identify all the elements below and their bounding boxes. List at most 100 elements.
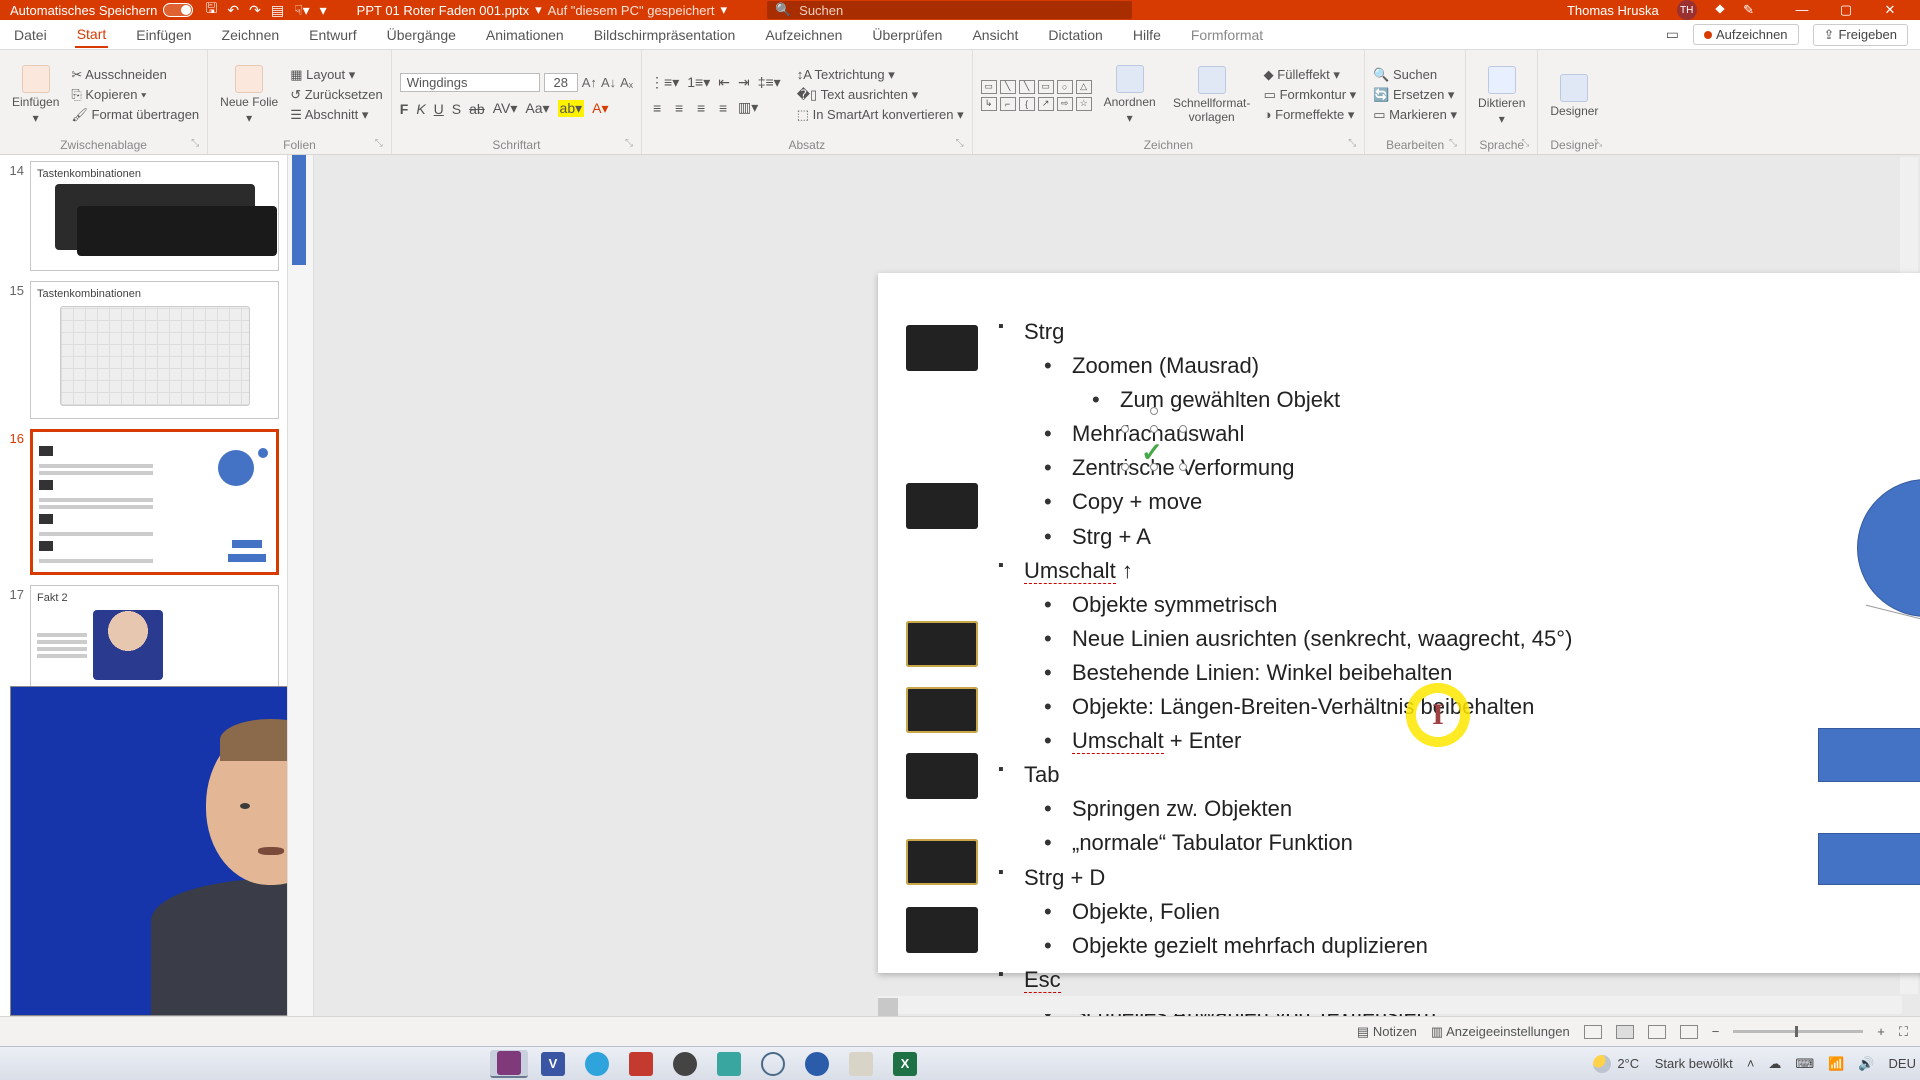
zoom-out-icon[interactable]: − [1712, 1024, 1720, 1039]
slide-canvas-area[interactable]: Strg Zoomen (Mausrad) Zum gewählten Obje… [288, 155, 1920, 1016]
wifi-icon[interactable]: 📶 [1828, 1056, 1844, 1072]
tab-einfuegen[interactable]: Einfügen [134, 23, 193, 47]
taskbar-app-excel[interactable]: X [886, 1050, 924, 1078]
highlight-button[interactable]: ab▾ [558, 100, 585, 117]
tray-expand-icon[interactable]: ˄ [1747, 1056, 1755, 1071]
search-box[interactable]: 🔍 Suchen [767, 1, 1132, 19]
zoom-slider[interactable] [1733, 1030, 1863, 1033]
tab-aufzeichnen[interactable]: Aufzeichnen [763, 23, 844, 47]
key-image-esc[interactable] [906, 753, 978, 799]
resize-handle[interactable] [1179, 425, 1187, 433]
font-name-select[interactable]: Wingdings [400, 73, 540, 92]
designer-button[interactable]: Designer [1546, 74, 1602, 118]
qat-more-icon[interactable]: ▾ [320, 2, 327, 19]
taskbar-app-red[interactable] [622, 1050, 660, 1078]
horizontal-scrollbar[interactable] [878, 996, 1902, 1014]
markieren-button[interactable]: ▭ Markieren ▾ [1373, 107, 1457, 123]
shape-circle-large[interactable] [1857, 479, 1920, 617]
taskbar-app-telegram[interactable] [578, 1050, 616, 1078]
zoom-in-icon[interactable]: + [1877, 1024, 1885, 1039]
tab-formformat[interactable]: Formformat [1189, 23, 1265, 47]
toggle-switch-icon[interactable] [163, 3, 193, 17]
columns-button[interactable]: ▥▾ [738, 99, 752, 116]
close-icon[interactable]: ✕ [1870, 2, 1910, 18]
tab-dictation[interactable]: Dictation [1046, 23, 1104, 47]
taskbar-app-circle[interactable] [754, 1050, 792, 1078]
smartart-button[interactable]: ⬚ In SmartArt konvertieren ▾ [797, 107, 964, 123]
maximize-icon[interactable]: ▢ [1826, 2, 1866, 18]
user-name[interactable]: Thomas Hruska [1567, 3, 1659, 18]
taskbar-app-onenote[interactable] [490, 1050, 528, 1078]
ersetzen-button[interactable]: 🔄 Ersetzen ▾ [1373, 87, 1457, 103]
onedrive-icon[interactable]: ☁ [1768, 1056, 1781, 1072]
align-left-button[interactable]: ≡ [650, 100, 664, 116]
coming-soon-icon[interactable]: ✎ [1743, 2, 1754, 18]
align-justify-button[interactable]: ≡ [716, 100, 730, 116]
undo-icon[interactable]: ↶ [227, 2, 239, 19]
fuelleffekt-button[interactable]: ◆ Fülleffekt ▾ [1264, 67, 1357, 83]
tab-uebergaenge[interactable]: Übergänge [385, 23, 458, 47]
selected-shape[interactable]: ✓ [1125, 429, 1183, 467]
rotate-handle-icon[interactable] [1150, 407, 1158, 415]
shadow-button[interactable]: S [452, 101, 461, 117]
user-avatar[interactable]: TH [1677, 0, 1697, 20]
diktieren-button[interactable]: Diktieren▾ [1474, 66, 1529, 126]
key-image-tab[interactable] [906, 621, 978, 667]
clear-format-icon[interactable]: Aₓ [620, 75, 633, 90]
resize-handle[interactable] [1121, 425, 1129, 433]
sorter-view-icon[interactable] [1616, 1025, 1634, 1039]
thumb-14[interactable]: Tastenkombinationen [30, 161, 279, 271]
key-image-ctrld[interactable] [906, 687, 978, 733]
weather-widget[interactable]: 2°C Stark bewölkt [1593, 1055, 1733, 1073]
resize-handle[interactable] [1121, 463, 1129, 471]
tab-entwurf[interactable]: Entwurf [307, 23, 358, 47]
formkontur-button[interactable]: ▭ Formkontur ▾ [1264, 87, 1357, 103]
key-image-shift[interactable] [906, 483, 978, 529]
decrease-font-icon[interactable]: A↓ [601, 75, 616, 90]
normal-view-icon[interactable] [1584, 1025, 1602, 1039]
volume-icon[interactable]: 🔊 [1858, 1056, 1874, 1072]
suchen-button[interactable]: 🔍 Suchen [1373, 67, 1457, 83]
slideshow-view-icon[interactable] [1680, 1025, 1698, 1039]
case-button[interactable]: Aa▾ [525, 100, 549, 117]
taskbar-app-gear[interactable] [666, 1050, 704, 1078]
taskbar-app-visio[interactable]: V [534, 1050, 572, 1078]
diamond-icon[interactable]: ⯁ [1715, 2, 1725, 18]
tab-datei[interactable]: Datei [12, 23, 49, 47]
reading-view-icon[interactable] [1648, 1025, 1666, 1039]
slide-canvas[interactable]: Strg Zoomen (Mausrad) Zum gewählten Obje… [878, 273, 1920, 973]
numbering-button[interactable]: 1≡▾ [687, 74, 710, 91]
shapes-gallery[interactable]: ▭╲╲▭○△ ↳⌐{↗⇨☆ [981, 80, 1092, 111]
file-name[interactable]: PPT 01 Roter Faden 001.pptx ▾ Auf "diese… [357, 2, 727, 18]
ausschneiden-button[interactable]: ✂ Ausschneiden [71, 67, 199, 83]
notizen-button[interactable]: ▤ Notizen [1357, 1024, 1417, 1040]
shape-rect-1[interactable] [1818, 728, 1920, 782]
tab-bildschirmpraesentation[interactable]: Bildschirmpräsentation [592, 23, 738, 47]
key-image-ctrl[interactable] [906, 325, 978, 371]
tab-ansicht[interactable]: Ansicht [970, 23, 1020, 47]
touch-mode-icon[interactable]: ☟▾ [294, 2, 310, 19]
layout-button[interactable]: ▦ Layout ▾ [290, 67, 383, 83]
spacing-button[interactable]: AV▾ [493, 100, 518, 117]
ribbon-display-icon[interactable]: ▭ [1666, 26, 1679, 43]
neue-folie-button[interactable]: Neue Folie▾ [216, 65, 282, 125]
taskbar-app-files[interactable] [842, 1050, 880, 1078]
thumb-17[interactable]: Fakt 2 [30, 585, 279, 695]
resize-handle[interactable] [1179, 463, 1187, 471]
taskbar-app-teal[interactable] [710, 1050, 748, 1078]
zuruecksetzen-button[interactable]: ↺ Zurücksetzen [290, 87, 383, 103]
key-image-entf[interactable] [906, 907, 978, 953]
strike-button[interactable]: ab [469, 101, 485, 117]
bullets-button[interactable]: ⋮≡▾ [650, 74, 679, 91]
align-center-button[interactable]: ≡ [672, 100, 686, 116]
tab-animationen[interactable]: Animationen [484, 23, 566, 47]
aufzeichnen-button[interactable]: Aufzeichnen [1693, 24, 1799, 45]
tab-zeichnen[interactable]: Zeichnen [220, 23, 282, 47]
bold-button[interactable]: F [400, 101, 409, 117]
slide-thumbnails[interactable]: 14 Tastenkombinationen 15 Tastenkombinat… [0, 155, 288, 1016]
key-image-alt[interactable] [906, 839, 978, 885]
align-right-button[interactable]: ≡ [694, 100, 708, 116]
thumb-15[interactable]: Tastenkombinationen [30, 281, 279, 419]
font-size-select[interactable]: 28 [544, 73, 578, 92]
formeffekte-button[interactable]: ◑ Formeffekte ▾ [1264, 107, 1357, 123]
